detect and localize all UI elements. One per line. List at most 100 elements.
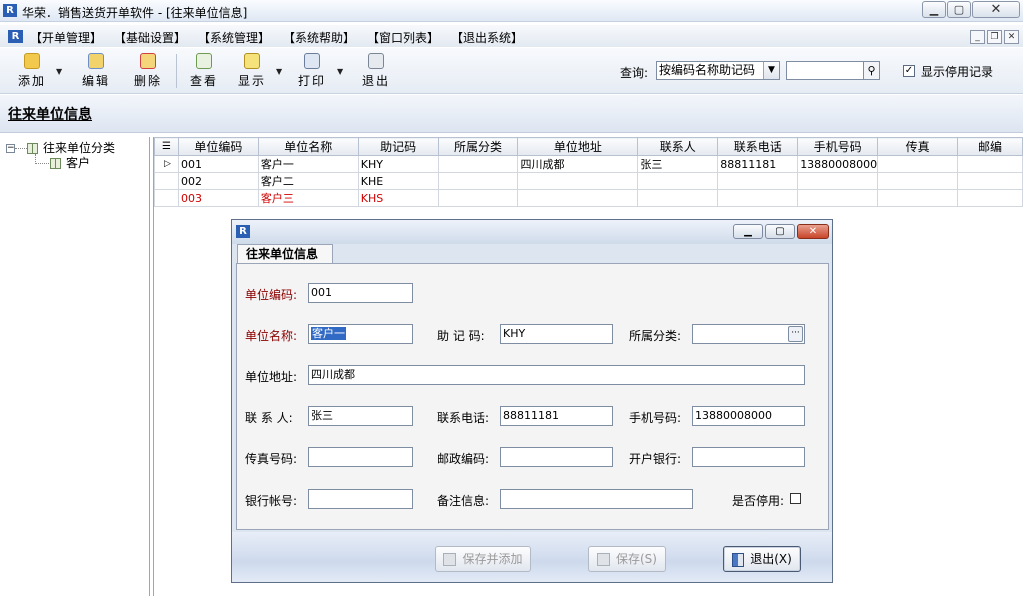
save-and-add-button[interactable]: 保存并添加: [435, 546, 531, 572]
mdi-close-button[interactable]: ✕: [1004, 30, 1019, 44]
dialog-maximize-button[interactable]: ▢: [765, 224, 795, 239]
column-header[interactable]: 所属分类: [437, 137, 519, 156]
chevron-down-icon[interactable]: ▼: [763, 62, 779, 79]
menu-basic-settings[interactable]: 【基础设置】: [114, 29, 186, 46]
cell[interactable]: 客户一: [257, 155, 359, 173]
close-button[interactable]: ✕: [972, 1, 1020, 18]
row-indicator[interactable]: [154, 189, 179, 207]
tree-node-customer[interactable]: 客户: [50, 154, 90, 171]
cell[interactable]: [637, 172, 719, 190]
column-header[interactable]: 传真: [877, 137, 959, 156]
cell[interactable]: [957, 172, 1023, 190]
cell[interactable]: [437, 172, 519, 190]
cell[interactable]: 客户三: [257, 189, 359, 207]
table-row[interactable]: ▷ 001 客户一 KHY 四川成都 张三 88811181 138800080…: [154, 155, 1023, 173]
cell[interactable]: 003: [177, 189, 259, 207]
column-header[interactable]: 联系电话: [717, 137, 799, 156]
dialog-close-button[interactable]: ✕: [797, 224, 829, 239]
bank-field[interactable]: [692, 447, 805, 467]
table-row[interactable]: 003 客户三 KHS: [154, 189, 1023, 207]
dialog-minimize-button[interactable]: ▁: [733, 224, 763, 239]
add-dropdown-icon[interactable]: ▼: [56, 67, 62, 76]
column-header[interactable]: 手机号码: [797, 137, 879, 156]
column-header[interactable]: 邮编: [957, 137, 1023, 156]
dialog-caption: R ▁ ▢ ✕: [232, 220, 832, 244]
disabled-checkbox[interactable]: [790, 493, 801, 504]
mobile-field[interactable]: 13880008000: [692, 406, 805, 426]
save-button[interactable]: 保存(S): [588, 546, 666, 572]
print-dropdown-icon[interactable]: ▼: [337, 67, 343, 76]
code-field[interactable]: 001: [308, 283, 413, 303]
grid-corner-icon[interactable]: ☰: [154, 137, 179, 156]
cell[interactable]: [797, 189, 879, 207]
cell[interactable]: 客户二: [257, 172, 359, 190]
table-row[interactable]: 002 客户二 KHE: [154, 172, 1023, 190]
cell[interactable]: [877, 189, 959, 207]
account-field[interactable]: [308, 489, 413, 509]
show-disabled-checkbox[interactable]: ✓: [903, 65, 915, 77]
column-header[interactable]: 单位编码: [177, 137, 259, 156]
mdi-restore-button[interactable]: ❐: [987, 30, 1002, 44]
show-disabled-label[interactable]: 显示停用记录: [921, 63, 993, 80]
maximize-button[interactable]: ▢: [947, 1, 971, 18]
cell[interactable]: [957, 155, 1023, 173]
edit-button[interactable]: 编辑: [78, 53, 114, 91]
cell[interactable]: KHE: [357, 172, 439, 190]
column-header[interactable]: 助记码: [357, 137, 439, 156]
search-icon[interactable]: ⚲: [863, 61, 880, 80]
contact-field[interactable]: 张三: [308, 406, 413, 426]
view-button[interactable]: 查看: [186, 53, 222, 91]
mdi-minimize-button[interactable]: _: [970, 30, 985, 44]
row-indicator-icon[interactable]: ▷: [154, 155, 179, 173]
exit-button[interactable]: 退出: [358, 53, 394, 91]
exit-dialog-button[interactable]: 退出(X): [723, 546, 801, 572]
menu-exit-system[interactable]: 【退出系统】: [451, 29, 523, 46]
print-button[interactable]: 打印: [294, 53, 330, 91]
cell[interactable]: 张三: [637, 155, 719, 173]
menu-billing[interactable]: 【开单管理】: [30, 29, 102, 46]
cell[interactable]: 88811181: [717, 155, 799, 173]
cell[interactable]: [797, 172, 879, 190]
query-input[interactable]: [786, 61, 864, 80]
cell[interactable]: 13880008000: [797, 155, 879, 173]
delete-button[interactable]: 删除: [130, 53, 166, 91]
display-dropdown-icon[interactable]: ▼: [276, 67, 282, 76]
column-header[interactable]: 单位名称: [257, 137, 359, 156]
cell[interactable]: [877, 155, 959, 173]
cell[interactable]: [877, 172, 959, 190]
cell[interactable]: [517, 172, 639, 190]
row-indicator[interactable]: [154, 172, 179, 190]
column-header[interactable]: 联系人: [637, 137, 719, 156]
cell[interactable]: 001: [177, 155, 259, 173]
cell[interactable]: [517, 189, 639, 207]
ellipsis-browse-button[interactable]: ···: [788, 326, 803, 342]
menu-system-help[interactable]: 【系统帮助】: [283, 29, 355, 46]
query-mode-select[interactable]: 按编码名称助记码 ▼: [656, 61, 780, 80]
minimize-button[interactable]: ▁: [922, 1, 946, 18]
cell[interactable]: 002: [177, 172, 259, 190]
collapse-icon[interactable]: −: [6, 144, 15, 153]
phone-field[interactable]: 88811181: [500, 406, 613, 426]
postcode-field[interactable]: [500, 447, 613, 467]
menu-system-management[interactable]: 【系统管理】: [198, 29, 270, 46]
display-button[interactable]: 显示: [234, 53, 270, 91]
address-field[interactable]: 四川成都: [308, 365, 805, 385]
save-label: 保存(S): [616, 552, 657, 566]
cell[interactable]: [437, 155, 519, 173]
menu-window-list[interactable]: 【窗口列表】: [367, 29, 439, 46]
cell[interactable]: KHS: [357, 189, 439, 207]
tab-unit-info[interactable]: 往来单位信息: [237, 244, 333, 264]
name-field[interactable]: 客户一: [308, 324, 413, 344]
column-header[interactable]: 单位地址: [517, 137, 639, 156]
cell[interactable]: [717, 189, 799, 207]
cell[interactable]: [957, 189, 1023, 207]
cell[interactable]: 四川成都: [517, 155, 639, 173]
mnemonic-field[interactable]: KHY: [500, 324, 613, 344]
fax-field[interactable]: [308, 447, 413, 467]
cell[interactable]: [437, 189, 519, 207]
remark-field[interactable]: [500, 489, 693, 509]
add-button[interactable]: 添加: [14, 53, 50, 91]
cell[interactable]: [637, 189, 719, 207]
cell[interactable]: KHY: [357, 155, 439, 173]
cell[interactable]: [717, 172, 799, 190]
